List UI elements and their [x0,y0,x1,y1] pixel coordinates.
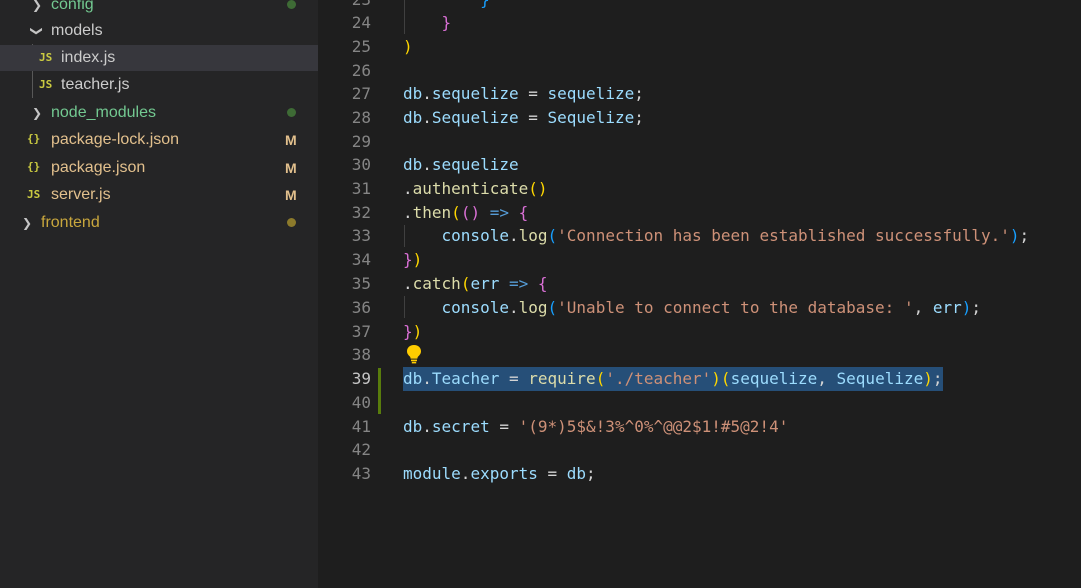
code-line: 30 db.sequelize [318,153,1081,177]
line-number: 42 [351,440,371,459]
line-number: 43 [351,464,371,483]
code-line: 39 db.Teacher = require('./teacher')(seq… [318,367,1081,391]
tree-item-label: teacher.js [61,76,130,93]
line-number: 32 [351,202,371,222]
line-number: 34 [351,250,371,269]
code-text: .then(() => { [403,202,529,222]
code-text: .authenticate() [403,179,548,198]
status-dot [287,108,296,117]
modified-badge: M [285,160,297,176]
line-number: 28 [351,107,371,127]
explorer-sidebar: ❯ config ❯ models JS index.js JS teacher… [0,0,318,588]
tree-item-label: models [51,22,103,39]
selected-code-text: db.Teacher = require('./teacher')(sequel… [403,367,943,391]
line-number: 37 [351,321,371,341]
tree-item-index-js[interactable]: JS index.js [0,45,318,71]
code-line: 27 db.sequelize = sequelize; [318,82,1081,106]
tree-item-label: package-lock.json [51,131,180,148]
code-text: }) [403,321,423,341]
tree-item-label: server.js [51,186,111,203]
line-number: 38 [351,345,371,364]
js-file-icon: JS [27,188,41,201]
line-number: 25 [351,36,371,56]
code-line: 24 } [318,11,1081,35]
line-number: 35 [351,274,371,293]
code-line: 43 module.exports = db; [318,462,1081,486]
tree-item-label: node_modules [51,104,156,121]
tree-item-package-lock-json[interactable]: {} package-lock.json M [0,127,318,153]
line-number: 41 [351,416,371,436]
code-text: db.sequelize [403,155,519,174]
tree-item-package-json[interactable]: {} package.json M [0,155,318,181]
modified-badge: M [285,132,297,148]
code-text: ) [403,36,413,56]
chevron-right-icon: ❯ [31,106,43,120]
code-text: console.log('Connection has been establi… [441,226,1030,245]
tree-item-node-modules[interactable]: ❯ node_modules [0,100,318,126]
tree-item-label: config [51,0,94,13]
code-line: 34 }) [318,248,1081,272]
code-line: 40 [318,391,1081,415]
string-literal: 'Connection has been established success… [557,226,1010,245]
string-literal: './teacher' [605,369,712,388]
status-dot [287,0,296,9]
line-number: 23 [318,0,371,12]
js-file-icon: JS [39,51,53,64]
code-text: db.Sequelize = Sequelize; [403,107,644,127]
string-literal: 'Unable to connect to the database: ' [557,297,914,317]
line-number: 40 [351,392,371,412]
line-number: 29 [351,131,371,151]
code-text: db.secret = '(9*)5$&!3%^0%^@@2$1!#5@2!4' [403,416,789,436]
js-file-icon: JS [39,78,53,91]
code-text: db.sequelize = sequelize; [403,84,644,103]
tree-item-frontend[interactable]: ❯ frontend [0,210,318,236]
code-line: 29 [318,130,1081,154]
tree-item-label: index.js [61,49,116,66]
code-line: 25 ) [318,35,1081,59]
code-text: } [403,0,490,12]
chevron-right-icon: ❯ [31,0,43,12]
line-number: 27 [351,84,371,103]
line-number: 26 [351,60,371,80]
chevron-right-icon: ❯ [21,216,33,230]
code-text: console.log('Unable to connect to the da… [441,297,982,317]
code-line: 23 } [318,0,1081,12]
json-file-icon: {} [27,160,41,173]
tree-item-config[interactable]: ❯ config [0,0,318,18]
code-line: 38 [318,343,1081,367]
code-line: 28 db.Sequelize = Sequelize; [318,106,1081,130]
modified-badge: M [285,187,297,203]
code-line: 41 db.secret = '(9*)5$&!3%^0%^@@2$1!#5@2… [318,415,1081,439]
line-number: 24 [351,13,371,32]
lightbulb-icon[interactable] [405,344,423,364]
line-number: 30 [351,155,371,174]
status-dot [287,218,296,227]
code-text: }) [403,250,423,269]
tree-item-models[interactable]: ❯ models [0,18,318,44]
line-number: 36 [351,297,371,317]
code-line: 36 console.log('Unable to connect to the… [318,296,1081,320]
tree-item-label: frontend [41,214,100,231]
chevron-down-icon: ❯ [30,25,44,37]
code-editor[interactable]: 23 } 24 } 25 ) 26 27 db.sequelize = sequ… [318,0,1081,588]
tree-item-teacher-js[interactable]: JS teacher.js [0,72,318,98]
code-line: 35 .catch(err => { [318,272,1081,296]
code-line: 42 [318,438,1081,462]
tree-item-server-js[interactable]: JS server.js M [0,182,318,208]
json-file-icon: {} [27,132,41,145]
code-line: 26 [318,59,1081,83]
code-text: } [441,13,452,32]
line-number: 33 [351,226,371,245]
code-line: 31 .authenticate() [318,177,1081,201]
tree-item-label: package.json [51,159,146,176]
code-text: .catch(err => { [403,274,548,293]
line-number: 39 [351,369,371,388]
code-line: 32 .then(() => { [318,201,1081,225]
code-line: 37 }) [318,320,1081,344]
code-text: module.exports = db; [403,464,596,483]
code-line: 33 console.log('Connection has been esta… [318,224,1081,248]
string-literal: '(9*)5$&!3%^0%^@@2$1!#5@2!4' [518,416,789,436]
line-number: 31 [351,179,371,198]
